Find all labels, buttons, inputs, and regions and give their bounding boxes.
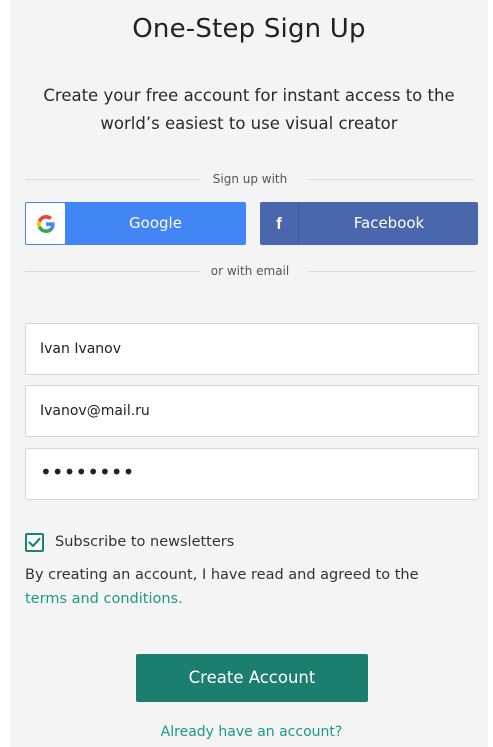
email-divider-label: or with email bbox=[202, 264, 298, 278]
agree-text: By creating an account, I have read and … bbox=[25, 567, 419, 583]
name-input[interactable]: Ivan Ivanov bbox=[25, 323, 479, 375]
subscribe-row: Subscribe to newsletters bbox=[25, 531, 234, 553]
social-divider: Sign up with bbox=[25, 172, 475, 186]
password-input[interactable]: •••••••• bbox=[25, 448, 479, 500]
create-account-button[interactable]: Create Account bbox=[136, 654, 368, 702]
terms-link[interactable]: terms and conditions. bbox=[25, 591, 183, 607]
social-divider-label: Sign up with bbox=[204, 172, 296, 186]
google-icon bbox=[26, 203, 65, 244]
signup-panel: One-Step Sign Up Create your free accoun… bbox=[10, 0, 488, 747]
page-subtitle: Create your free account for instant acc… bbox=[43, 86, 455, 133]
facebook-icon: f bbox=[260, 202, 299, 245]
email-input[interactable]: Ivanov@mail.ru bbox=[25, 385, 479, 437]
google-button-label: Google bbox=[129, 214, 182, 232]
google-signup-button[interactable]: Google bbox=[25, 202, 246, 245]
email-divider: or with email bbox=[25, 264, 475, 278]
checkmark-icon bbox=[28, 537, 41, 547]
signin-link[interactable]: Already have an account? bbox=[10, 724, 493, 740]
subscribe-checkbox[interactable] bbox=[25, 532, 44, 552]
facebook-signup-button[interactable]: f Facebook bbox=[260, 202, 478, 245]
terms-agreement: By creating an account, I have read and … bbox=[25, 563, 475, 611]
page-title: One-Step Sign Up bbox=[132, 14, 366, 44]
facebook-button-label: Facebook bbox=[353, 214, 425, 232]
subscribe-label[interactable]: Subscribe to newsletters bbox=[55, 534, 234, 550]
